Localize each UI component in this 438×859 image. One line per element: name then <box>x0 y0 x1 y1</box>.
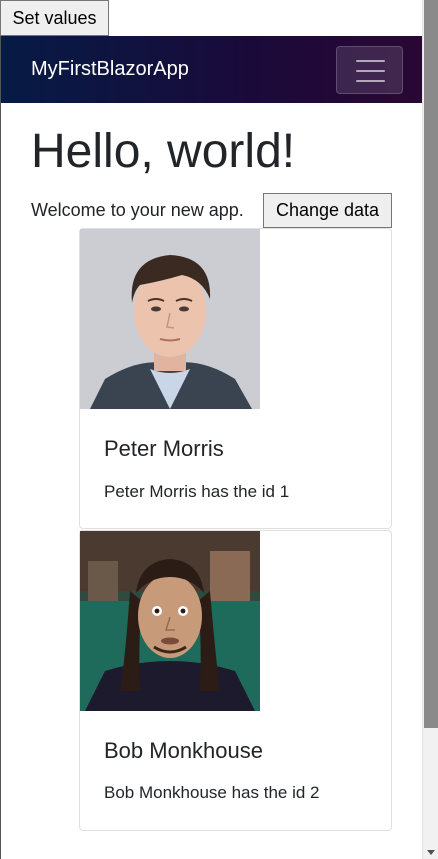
hamburger-icon <box>356 60 385 62</box>
navbar-toggler-button[interactable] <box>336 46 403 94</box>
person-description: Bob Monkhouse has the id 2 <box>104 783 320 802</box>
person-card: Peter Morris Peter Morris has the id 1 <box>79 228 392 529</box>
person-photo <box>80 229 260 409</box>
vertical-scrollbar[interactable] <box>422 0 438 859</box>
scroll-down-arrow-icon[interactable] <box>427 850 435 855</box>
navbar-brand[interactable]: MyFirstBlazorApp <box>31 58 189 81</box>
welcome-text: Welcome to your new app. <box>31 200 244 220</box>
person-card: Bob Monkhouse Bob Monkhouse has the id 2 <box>79 530 392 831</box>
change-data-button[interactable]: Change data <box>263 193 392 228</box>
person-photo-image <box>80 229 260 409</box>
set-values-button[interactable]: Set values <box>0 0 109 36</box>
person-name: Bob Monkhouse <box>104 738 263 763</box>
person-photo <box>80 531 260 711</box>
person-name: Peter Morris <box>104 436 224 461</box>
scrollbar-thumb[interactable] <box>424 0 438 728</box>
page-viewport: MyFirstBlazorApp Hello, world! Welcome t… <box>0 0 422 859</box>
person-photo-image <box>80 531 260 711</box>
person-description: Peter Morris has the id 1 <box>104 482 290 501</box>
page-title: Hello, world! <box>31 125 296 178</box>
top-navbar: MyFirstBlazorApp <box>1 36 422 103</box>
